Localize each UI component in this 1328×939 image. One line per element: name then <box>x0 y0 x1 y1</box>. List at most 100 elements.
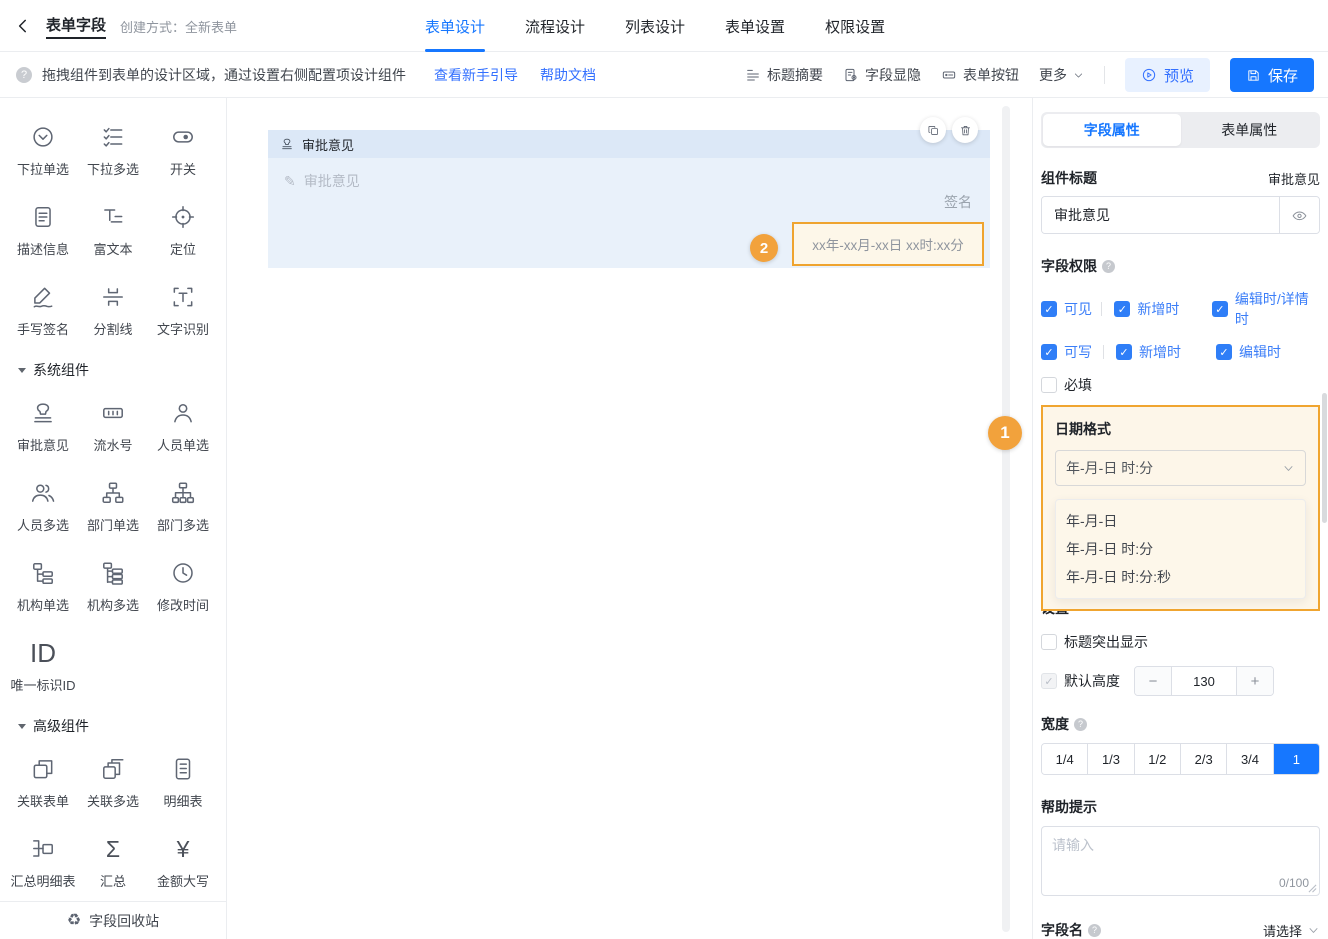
chevron-down-icon <box>1073 70 1084 81</box>
tab-flow-design[interactable]: 流程设计 <box>525 0 585 52</box>
canvas-scrollbar[interactable] <box>1002 106 1010 932</box>
title-visibility-toggle[interactable] <box>1279 197 1319 233</box>
palette-item-description-info[interactable]: 描述信息 <box>8 202 78 258</box>
form-designer-page: 表单字段 创建方式：全新表单 表单设计 流程设计 列表设计 表单设置 权限设置 … <box>0 0 1328 939</box>
palette-item-amount-in-words[interactable]: ¥ 金额大写 <box>148 834 218 890</box>
palette-item-handwritten-signature[interactable]: 手写签名 <box>8 282 78 338</box>
tab-permission-settings[interactable]: 权限设置 <box>825 0 885 52</box>
palette-item-label: 下拉多选 <box>87 159 139 178</box>
save-button[interactable]: 保存 <box>1230 58 1314 92</box>
title-summary-button[interactable]: 标题摘要 <box>745 65 823 85</box>
palette-item-unique-id[interactable]: ID 唯一标识ID <box>8 638 78 694</box>
date-format-select[interactable]: 年-月-日 时:分 <box>1055 450 1306 486</box>
palette-item-dept-single[interactable]: 部门单选 <box>78 478 148 534</box>
section-advanced-components[interactable]: 高级组件 <box>0 694 226 736</box>
width-option-two-thirds[interactable]: 2/3 <box>1181 744 1227 774</box>
palette-item-member-single[interactable]: 人员单选 <box>148 398 218 454</box>
panel-scrollbar-thumb[interactable] <box>1322 393 1327 523</box>
field-recycle-bin[interactable]: ♻ 字段回收站 <box>0 901 226 939</box>
stepper-plus-button[interactable]: + <box>1237 667 1273 695</box>
chevron-down-icon <box>1307 924 1320 937</box>
title-summary-label: 标题摘要 <box>767 65 823 85</box>
palette-item-text-ocr[interactable]: 文字识别 <box>148 282 218 338</box>
palette-item-linked-multi[interactable]: 关联多选 <box>78 754 148 810</box>
palette-item-serial-number[interactable]: 流水号 <box>78 398 148 454</box>
palette-item-summary[interactable]: Σ 汇总 <box>78 834 148 890</box>
signature-label: 签名 <box>944 192 972 212</box>
palette-item-label: 关联多选 <box>87 791 139 810</box>
checkbox-default-height[interactable]: ✓默认高度 <box>1041 671 1120 691</box>
eye-icon <box>1291 207 1308 224</box>
signature-date-field[interactable]: xx年-xx月-xx日 xx时:xx分 <box>792 222 984 266</box>
tab-field-properties[interactable]: 字段属性 <box>1043 114 1181 146</box>
palette-item-detail-table[interactable]: 明细表 <box>148 754 218 810</box>
tab-form-properties[interactable]: 表单属性 <box>1181 114 1319 146</box>
width-option-third[interactable]: 1/3 <box>1088 744 1134 774</box>
checkbox-checked-icon: ✓ <box>1041 301 1057 317</box>
palette-item-summary-detail-table[interactable]: 汇总明细表 <box>8 834 78 890</box>
checkbox-highlight-title[interactable]: 标题突出显示 <box>1041 632 1148 652</box>
tip-text: 拖拽组件到表单的设计区域，通过设置右侧配置项设计组件 <box>42 65 406 85</box>
stepper-minus-button[interactable]: − <box>1135 667 1171 695</box>
tab-form-design[interactable]: 表单设计 <box>425 0 485 52</box>
duplicate-widget-button[interactable] <box>920 117 946 143</box>
palette-item-dropdown-single[interactable]: 下拉单选 <box>8 122 78 178</box>
stepper-value[interactable]: 130 <box>1171 667 1237 695</box>
checkbox-visible[interactable]: ✓可见 <box>1041 299 1101 319</box>
toolbar-divider <box>1104 66 1105 84</box>
checkbox-visible-edit-detail[interactable]: ✓编辑时/详情时 <box>1212 289 1320 329</box>
delete-widget-button[interactable] <box>952 117 978 143</box>
width-option-quarter[interactable]: 1/4 <box>1042 744 1088 774</box>
tab-list-design[interactable]: 列表设计 <box>625 0 685 52</box>
help-tip-textarea[interactable] <box>1042 827 1319 895</box>
docs-link[interactable]: 帮助文档 <box>540 65 596 85</box>
component-title-input[interactable] <box>1042 197 1279 233</box>
resize-handle-icon[interactable] <box>1308 884 1317 893</box>
checkbox-visible-new[interactable]: ✓新增时 <box>1114 299 1211 319</box>
field-visibility-button[interactable]: 字段显隐 <box>843 65 921 85</box>
palette-item-divider-line[interactable]: 分割线 <box>78 282 148 338</box>
palette-item-member-multi[interactable]: 人员多选 <box>8 478 78 534</box>
field-name-select[interactable]: 请选择 <box>1263 921 1320 939</box>
width-label: 宽度 ? <box>1041 714 1087 734</box>
section-system-components[interactable]: 系统组件 <box>0 338 226 380</box>
palette-item-org-single[interactable]: 机构单选 <box>8 558 78 614</box>
palette-item-approval-comment[interactable]: 审批意见 <box>8 398 78 454</box>
palette-item-switch[interactable]: 开关 <box>148 122 218 178</box>
checkbox-unchecked-icon <box>1041 634 1057 650</box>
form-buttons-label: 表单按钮 <box>963 65 1019 85</box>
palette-item-modified-time[interactable]: 修改时间 <box>148 558 218 614</box>
text-ocr-icon <box>170 282 196 312</box>
date-option-ymd[interactable]: 年-月-日 <box>1056 507 1305 535</box>
palette-item-label: 部门单选 <box>87 515 139 534</box>
palette-item-location[interactable]: 定位 <box>148 202 218 258</box>
approval-comment-widget[interactable]: 审批意见 ✎ 审批意见 签名 xx年-xx月-xx日 xx时:xx分 2 <box>268 130 990 268</box>
width-option-half[interactable]: 1/2 <box>1135 744 1181 774</box>
page-title[interactable]: 表单字段 <box>46 14 106 39</box>
palette-item-dept-multi[interactable]: 部门多选 <box>148 478 218 534</box>
date-option-ymd-hms[interactable]: 年-月-日 时:分:秒 <box>1056 563 1305 591</box>
palette-item-label: 人员多选 <box>17 515 69 534</box>
guide-link[interactable]: 查看新手引导 <box>434 65 518 85</box>
date-option-ymd-hm[interactable]: 年-月-日 时:分 <box>1056 535 1305 563</box>
form-buttons-button[interactable]: 表单按钮 <box>941 65 1019 85</box>
preview-button[interactable]: 预览 <box>1125 58 1210 92</box>
width-option-full[interactable]: 1 <box>1274 744 1319 774</box>
permission-divider <box>1103 345 1104 359</box>
checkbox-writable-new[interactable]: ✓新增时 <box>1116 342 1216 362</box>
save-icon <box>1246 68 1261 83</box>
checkbox-writable[interactable]: ✓可写 <box>1041 342 1103 362</box>
width-option-three-quarters[interactable]: 3/4 <box>1227 744 1273 774</box>
placeholder-text: 审批意见 <box>304 171 360 191</box>
checkbox-writable-edit[interactable]: ✓编辑时 <box>1216 342 1281 362</box>
palette-item-linked-form[interactable]: 关联表单 <box>8 754 78 810</box>
more-menu-button[interactable]: 更多 <box>1039 65 1084 85</box>
checkbox-required[interactable]: 必填 <box>1041 375 1092 395</box>
tab-form-settings[interactable]: 表单设置 <box>725 0 785 52</box>
palette-item-org-multi[interactable]: 机构多选 <box>78 558 148 614</box>
height-stepper: − 130 + <box>1134 666 1274 696</box>
palette-item-rich-text[interactable]: 富文本 <box>78 202 148 258</box>
palette-item-dropdown-multi[interactable]: 下拉多选 <box>78 122 148 178</box>
back-button[interactable] <box>14 17 32 35</box>
properties-panel: 字段属性 表单属性 组件标题 审批意见 字段权限 ? ✓可见 ✓新增时 ✓编辑时… <box>1032 98 1328 939</box>
